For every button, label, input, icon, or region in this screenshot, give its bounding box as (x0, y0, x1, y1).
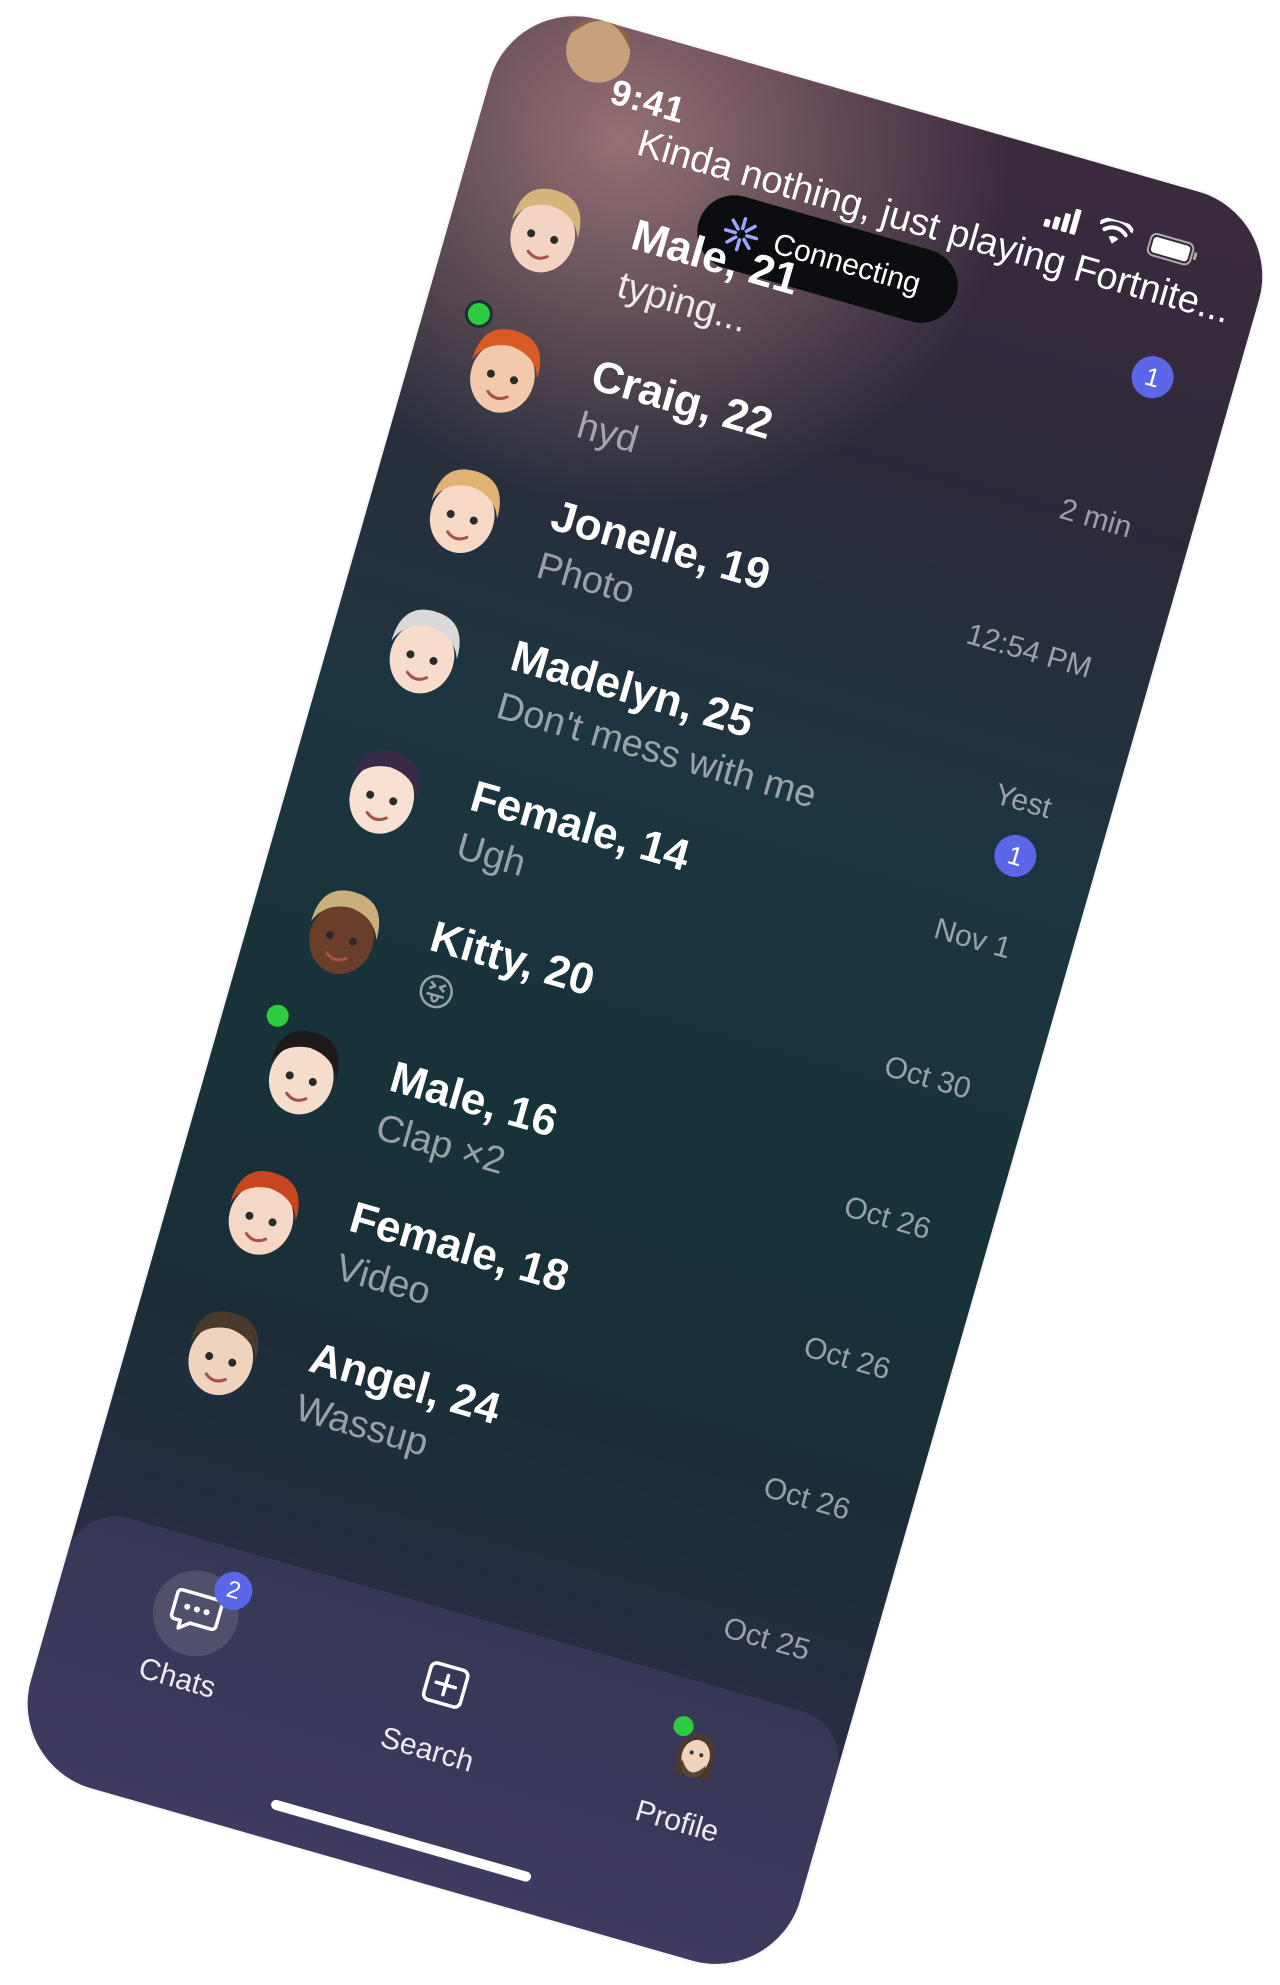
chat-timestamp: Yest (990, 777, 1056, 826)
chat-preview: hyd (572, 404, 643, 462)
avatar (429, 469, 500, 554)
chat-timestamp: Nov 1 (930, 912, 1015, 966)
tab-profile[interactable]: Profile (576, 1688, 804, 1866)
avatar (510, 188, 581, 273)
avatar (228, 1171, 299, 1255)
plus-square-icon (421, 1661, 470, 1709)
avatar (349, 750, 420, 834)
avatar (389, 609, 460, 694)
chat-timestamp: Oct 26 (800, 1330, 895, 1387)
chat-preview: 😝 (410, 967, 461, 1020)
tab-chats[interactable]: 2 Chats (76, 1544, 304, 1722)
avatar (309, 890, 380, 975)
chat-timestamp: 12:54 PM (962, 617, 1096, 685)
home-indicator[interactable] (269, 1798, 533, 1883)
avatar (188, 1311, 259, 1396)
chat-timestamp: Oct 30 (880, 1049, 975, 1106)
unread-badge: 1 (989, 829, 1042, 882)
tab-search[interactable]: Search (326, 1616, 554, 1794)
chat-timestamp: 2 min (1055, 492, 1136, 545)
phone-screen: 9:41 Kinda nothing, just playing Fortnit… (6, 0, 1280, 1985)
chat-timestamp: Oct 26 (840, 1190, 935, 1247)
avatar (268, 1030, 339, 1115)
avatar (470, 329, 541, 413)
chat-timestamp: Oct 25 (719, 1611, 814, 1668)
chat-timestamp: Oct 26 (759, 1470, 854, 1527)
